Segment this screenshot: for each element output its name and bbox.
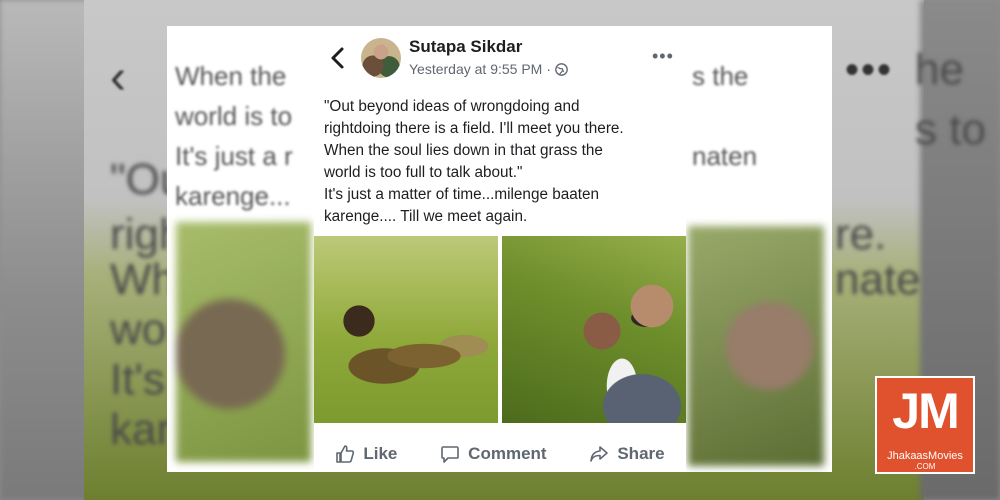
post-text-line: It's just a matter of time...milenge baa… [324,186,599,203]
logo-mark: JM [892,383,959,439]
post-photo-man-lying-on-grass[interactable] [314,236,498,423]
background-more-dots: ••• [845,48,894,92]
post-text-line: When the soul lies down in that grass th… [324,142,603,159]
like-button[interactable]: Like [335,444,397,464]
bg-text: kar [110,405,172,454]
post-timestamp[interactable]: Yesterday at 9:55 PM [409,61,542,77]
post-text-line: "Out beyond ideas of wrongdoing and [324,98,580,115]
bg-text: re. [835,210,887,259]
more-options-button[interactable]: ••• [652,46,674,67]
bg-text: s to [915,105,986,154]
meta-separator: · [546,61,552,77]
comment-label: Comment [468,444,547,463]
frame-right-blurred-photo [688,226,824,466]
frame-left-blurred-text: When the world is to It's just a r karen… [175,61,293,211]
post-text-line: world is too full to talk about." [324,164,523,181]
bg-text: It's [110,355,165,404]
jhakaasmovies-watermark-logo: JM JhakaasMovies .COM [875,376,975,474]
frame-left-blurred-photo [176,222,311,462]
share-button[interactable]: Share [589,444,665,464]
bg-text: he [915,45,964,94]
post-text-line: rightdoing there is a field. I'll meet y… [324,120,624,137]
logo-domain: .COM [914,462,936,471]
post-text-line: karenge.... Till we meet again. [324,208,528,225]
facebook-post-card: Sutapa Sikdar Yesterday at 9:55 PM · •••… [314,26,686,472]
post-author-name[interactable]: Sutapa Sikdar [409,37,522,57]
share-label: Share [617,444,665,463]
comment-button[interactable]: Comment [440,444,547,464]
thumbs-up-icon [336,445,355,463]
logo-name: JhakaasMovies [887,450,963,462]
like-label: Like [363,444,398,463]
avatar[interactable] [361,38,401,78]
post-photo-couple-selfie[interactable] [502,236,686,423]
post-meta: Yesterday at 9:55 PM · [409,61,568,77]
background-back-arrow: ‹ [110,51,126,104]
globe-icon[interactable] [555,62,568,76]
comment-icon [441,446,459,463]
post-text: "Out beyond ideas of wrongdoing and righ… [324,96,679,228]
bg-text: nate [835,255,921,304]
post-action-bar: Like Comment Share [314,436,686,472]
back-button[interactable] [328,46,348,70]
share-icon [590,446,609,462]
chevron-left-icon [331,47,344,69]
post-photos [314,236,686,423]
frame-right-blurred-text: s the naten [692,61,758,171]
